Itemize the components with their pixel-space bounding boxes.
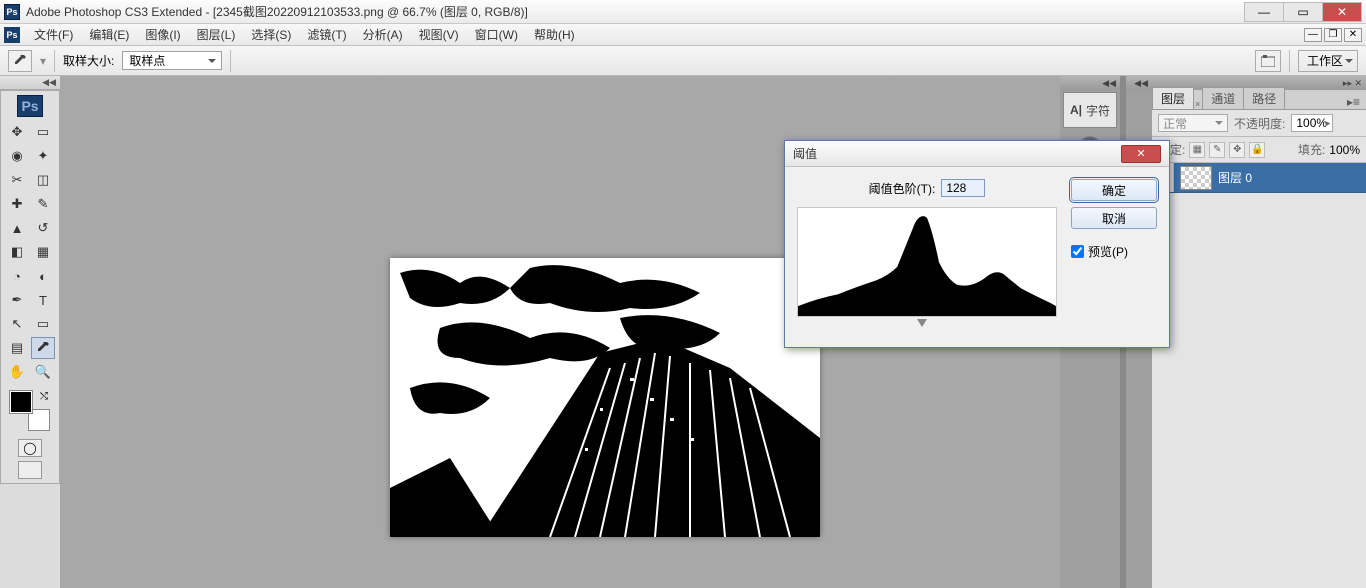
toolbox: Ps ✥▭ ◉✦ ✂◫ ✚✎ ▲↺ ◧▦ ◔◐ ✒T ↖▭ ▤ ✋🔍 ⤭ ◯ xyxy=(0,90,60,484)
lock-move-icon[interactable]: ✥ xyxy=(1229,142,1245,158)
panel-tabs: 图层 × 通道 路径 ▸≡ xyxy=(1152,90,1366,110)
doc-restore-button[interactable]: ❐ xyxy=(1324,28,1342,42)
bridge-icon[interactable] xyxy=(1255,50,1281,72)
panel-menu-icon[interactable]: ▸≡ xyxy=(1341,95,1366,109)
close-button[interactable]: ✕ xyxy=(1322,2,1362,22)
heal-tool[interactable]: ✚ xyxy=(5,193,29,215)
blend-mode-dropdown[interactable]: 正常 xyxy=(1158,114,1228,132)
sample-size-dropdown[interactable]: 取样点 xyxy=(122,51,222,70)
ok-button[interactable]: 确定 xyxy=(1071,179,1157,201)
window-title: Adobe Photoshop CS3 Extended - [2345截图20… xyxy=(26,3,1245,20)
swap-colors-icon[interactable]: ⤭ xyxy=(40,391,48,402)
threshold-dialog: 阈值 ✕ 阈值色阶(T): 确定 取消 预览(P) xyxy=(784,140,1170,348)
eraser-tool[interactable]: ◧ xyxy=(5,241,29,263)
eyedropper-tool[interactable] xyxy=(31,337,55,359)
dock-collapse-2[interactable]: ◀◀ xyxy=(1126,76,1152,90)
minimize-button[interactable]: ― xyxy=(1244,2,1284,22)
ps-menu-icon[interactable]: Ps xyxy=(4,27,20,43)
toolbox-column: ◀◀ Ps ✥▭ ◉✦ ✂◫ ✚✎ ▲↺ ◧▦ ◔◐ ✒T ↖▭ ▤ ✋🔍 ⤭ … xyxy=(0,76,60,588)
shape-tool[interactable]: ▭ xyxy=(31,313,55,335)
layer-thumbnail[interactable] xyxy=(1180,166,1212,190)
threshold-slider[interactable] xyxy=(797,319,1057,335)
pen-tool[interactable]: ✒ xyxy=(5,289,29,311)
menu-filter[interactable]: 滤镜(T) xyxy=(299,24,354,45)
menu-bar: Ps 文件(F) 编辑(E) 图像(I) 图层(L) 选择(S) 滤镜(T) 分… xyxy=(0,24,1366,46)
dodge-tool[interactable]: ◐ xyxy=(31,265,55,287)
lock-pixels-icon[interactable]: ▦ xyxy=(1189,142,1205,158)
quickmask-button[interactable]: ◯ xyxy=(18,439,42,457)
stamp-tool[interactable]: ▲ xyxy=(5,217,29,239)
ps-logo: Ps xyxy=(17,95,43,117)
app-name: Adobe Photoshop CS3 Extended xyxy=(26,5,202,19)
tab-channels[interactable]: 通道 xyxy=(1202,87,1244,109)
preview-checkbox-row[interactable]: 预览(P) xyxy=(1071,243,1157,260)
menu-layer[interactable]: 图层(L) xyxy=(189,24,244,45)
dialog-title: 阈值 xyxy=(793,145,1121,162)
window-titlebar: Ps Adobe Photoshop CS3 Extended - [2345截… xyxy=(0,0,1366,24)
dock-collapse[interactable]: ◀◀ xyxy=(1060,76,1120,90)
lock-all-icon[interactable]: 🔒 xyxy=(1249,142,1265,158)
layer-name[interactable]: 图层 0 xyxy=(1218,169,1252,186)
brush-tool[interactable]: ✎ xyxy=(31,193,55,215)
foreground-color[interactable] xyxy=(10,391,32,413)
slice-tool[interactable]: ◫ xyxy=(31,169,55,191)
blur-tool[interactable]: ◔ xyxy=(5,265,29,287)
dock-character[interactable]: A|字符 xyxy=(1063,92,1117,128)
preview-checkbox[interactable] xyxy=(1071,245,1084,258)
menu-analysis[interactable]: 分析(A) xyxy=(355,24,411,45)
menu-select[interactable]: 选择(S) xyxy=(243,24,299,45)
lock-brush-icon[interactable]: ✎ xyxy=(1209,142,1225,158)
lasso-tool[interactable]: ◉ xyxy=(5,145,29,167)
options-bar: ▾ 取样大小: 取样点 工作区 xyxy=(0,46,1366,76)
gradient-tool[interactable]: ▦ xyxy=(31,241,55,263)
type-tool[interactable]: T xyxy=(31,289,55,311)
tab-layers[interactable]: 图层 xyxy=(1152,87,1194,109)
menu-help[interactable]: 帮助(H) xyxy=(526,24,583,45)
doc-minimize-button[interactable]: ― xyxy=(1304,28,1322,42)
move-tool[interactable]: ✥ xyxy=(5,121,29,143)
menu-image[interactable]: 图像(I) xyxy=(137,24,188,45)
color-swatches[interactable]: ⤭ xyxy=(10,391,50,431)
menu-edit[interactable]: 编辑(E) xyxy=(81,24,137,45)
histogram xyxy=(797,207,1057,317)
tab-paths[interactable]: 路径 xyxy=(1243,87,1285,109)
blend-row: 正常 不透明度: 100% xyxy=(1152,110,1366,137)
wand-tool[interactable]: ✦ xyxy=(31,145,55,167)
layers-panel: ▸▸ ✕ 图层 × 通道 路径 ▸≡ 正常 不透明度: 100% 锁定: ▦ ✎… xyxy=(1152,76,1366,588)
menu-view[interactable]: 视图(V) xyxy=(411,24,467,45)
dialog-titlebar[interactable]: 阈值 ✕ xyxy=(785,141,1169,167)
opacity-label: 不透明度: xyxy=(1234,115,1285,132)
fill-field[interactable]: 100% xyxy=(1329,143,1360,157)
lock-row: 锁定: ▦ ✎ ✥ 🔒 填充: 100% xyxy=(1152,137,1366,163)
toolbox-header[interactable]: ◀◀ xyxy=(0,76,60,90)
menu-window[interactable]: 窗口(W) xyxy=(467,24,526,45)
crop-tool[interactable]: ✂ xyxy=(5,169,29,191)
workspace-dropdown[interactable]: 工作区 xyxy=(1298,50,1358,72)
slider-handle-icon[interactable] xyxy=(917,319,927,332)
current-tool-icon[interactable] xyxy=(8,50,32,72)
screenmode-button[interactable] xyxy=(18,461,42,479)
hand-tool[interactable]: ✋ xyxy=(5,361,29,383)
preview-label: 预览(P) xyxy=(1088,243,1128,260)
cancel-button[interactable]: 取消 xyxy=(1071,207,1157,229)
doc-close-button[interactable]: ✕ xyxy=(1344,28,1362,42)
doc-name: [2345截图20220912103533.png @ 66.7% (图层 0,… xyxy=(213,5,528,19)
threshold-level-input[interactable] xyxy=(941,179,985,197)
dialog-close-button[interactable]: ✕ xyxy=(1121,145,1161,163)
marquee-tool[interactable]: ▭ xyxy=(31,121,55,143)
fill-label: 填充: xyxy=(1298,141,1325,158)
document-canvas[interactable] xyxy=(390,258,820,537)
notes-tool[interactable]: ▤ xyxy=(5,337,29,359)
sample-size-label: 取样大小: xyxy=(63,52,114,69)
layer-row[interactable]: 👁 图层 0 xyxy=(1152,163,1366,193)
layer-list: 👁 图层 0 xyxy=(1152,163,1366,588)
opacity-field[interactable]: 100% xyxy=(1291,114,1333,132)
menu-file[interactable]: 文件(F) xyxy=(26,24,81,45)
path-tool[interactable]: ↖ xyxy=(5,313,29,335)
history-brush-tool[interactable]: ↺ xyxy=(31,217,55,239)
app-icon: Ps xyxy=(4,4,20,20)
zoom-tool[interactable]: 🔍 xyxy=(31,361,55,383)
maximize-button[interactable]: ▭ xyxy=(1283,2,1323,22)
threshold-level-label: 阈值色阶(T): xyxy=(869,180,936,197)
